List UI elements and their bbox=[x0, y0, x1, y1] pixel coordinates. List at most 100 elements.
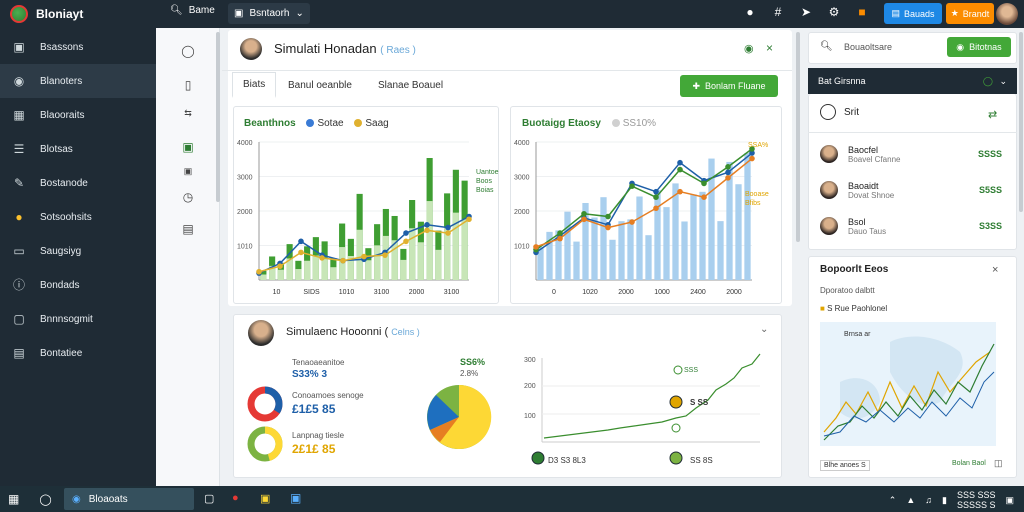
series-point bbox=[361, 253, 367, 260]
sidebar-item-4[interactable]: ☰ Blotsas bbox=[0, 132, 156, 166]
sidebar-item-7[interactable]: ▭ Saugsiyg bbox=[0, 234, 156, 268]
chevron-down-icon[interactable]: ⌄ bbox=[760, 324, 768, 335]
tab-banul[interactable]: Banul oeanble bbox=[278, 72, 362, 98]
list-item-value: S3SS bbox=[978, 221, 1002, 231]
document-icon[interactable]: ▯ bbox=[180, 78, 196, 94]
user-avatar[interactable] bbox=[996, 3, 1018, 25]
series-point bbox=[466, 216, 472, 223]
list-item[interactable]: Baocfel Boavel Cfanne SSSS bbox=[820, 140, 1010, 168]
chart1-svg: 1010 2000 3000 4000 10 SIDS 1010 3100 2000 3100 bbox=[237, 140, 472, 296]
sidebar-item-9[interactable]: ▢ Bnnnsogmit bbox=[0, 302, 156, 336]
list-item[interactable]: Baoaidt Dovat Shnoe S5SS bbox=[820, 176, 1010, 204]
taskbar-active-app[interactable]: ◉ Bloaoats bbox=[64, 488, 194, 510]
system-tray: ⌃ ▲ ♫ ▮ SSS SSS SSSSS S ▣ bbox=[889, 490, 1014, 510]
start-icon[interactable]: ▦ bbox=[8, 492, 19, 506]
circle-dollar-icon[interactable]: ◯ bbox=[180, 44, 196, 60]
series-point bbox=[581, 210, 587, 217]
bar bbox=[717, 221, 724, 280]
series-point bbox=[605, 224, 611, 231]
app-logo-icon bbox=[10, 5, 28, 23]
pie-value-top: SS6% bbox=[460, 357, 486, 367]
top-blue-button[interactable]: ▤ Bauads bbox=[884, 3, 942, 24]
battery-icon[interactable]: ▮ bbox=[942, 495, 947, 506]
bar bbox=[295, 269, 302, 280]
series-point bbox=[277, 263, 283, 269]
right-scrollbar[interactable] bbox=[1019, 32, 1023, 212]
sidebar-item-label: Saugsiyg bbox=[40, 245, 82, 257]
sidebar-item-3[interactable]: ▦ Blaooraits bbox=[0, 98, 156, 132]
chevron-up-icon[interactable]: ⌃ bbox=[889, 495, 897, 506]
sidebar-item-1[interactable]: ▣ Bsassons bbox=[0, 30, 156, 64]
sidebar-item-2[interactable]: ◉ Blanoters bbox=[0, 64, 156, 98]
chat-icon[interactable]: ● bbox=[742, 4, 758, 20]
sidebar-item-6[interactable]: ● Sotsoohsits bbox=[0, 200, 156, 234]
bar bbox=[573, 241, 580, 280]
legend-swatch bbox=[354, 119, 363, 128]
delete-icon[interactable]: ◫ bbox=[994, 458, 1003, 469]
clock[interactable]: SSS SSS SSSSS S bbox=[957, 490, 996, 510]
bar bbox=[618, 221, 625, 280]
notification-icon[interactable]: ▣ bbox=[1005, 495, 1014, 506]
workspace-dropdown[interactable]: ▣ Bsntaorh ⌄ bbox=[228, 3, 310, 24]
top-orange-button[interactable]: ★ Brandt bbox=[946, 3, 994, 24]
series-point bbox=[749, 155, 755, 162]
chevron-down-icon[interactable]: ⌄ bbox=[999, 76, 1007, 87]
store-icon[interactable]: ▣ bbox=[290, 491, 301, 505]
counter-row: Srit bbox=[820, 104, 859, 120]
svg-text:300: 300 bbox=[524, 357, 536, 364]
close-icon[interactable]: × bbox=[992, 264, 998, 276]
camera-icon[interactable]: ▣ bbox=[180, 166, 196, 182]
series-point bbox=[403, 230, 409, 236]
series-point bbox=[629, 219, 635, 225]
tab-label: Biats bbox=[243, 79, 266, 90]
legend-label: SS10% bbox=[622, 118, 657, 129]
close-icon[interactable]: × bbox=[766, 41, 773, 55]
x-tick-label: 1020 bbox=[582, 289, 598, 296]
arrows-icon[interactable]: ⇆ bbox=[180, 108, 196, 124]
tab-biats[interactable]: Biats bbox=[232, 72, 277, 98]
network-icon[interactable]: ▲ bbox=[906, 495, 915, 505]
chart2-title-text: Buotaigg Etaosy bbox=[522, 118, 601, 129]
bar bbox=[339, 247, 346, 280]
clock-time: SSS SSS bbox=[956, 490, 996, 500]
sidebar-item-5[interactable]: ✎ Bostanode bbox=[0, 166, 156, 200]
clock-icon[interactable]: ◷ bbox=[180, 190, 196, 206]
right-search-button[interactable]: ◉ Bitotnas bbox=[947, 37, 1011, 57]
rocket-icon[interactable]: ➤ bbox=[798, 4, 814, 20]
x-tick-label: 10 bbox=[273, 289, 281, 296]
workspace-dropdown-label: Bsntaorh bbox=[249, 8, 290, 19]
hash-icon[interactable]: # bbox=[770, 4, 786, 20]
sidebar-item-10[interactable]: ▤ Bontatiee bbox=[0, 336, 156, 370]
bar bbox=[260, 274, 267, 280]
status-icon: ◯ bbox=[982, 75, 993, 86]
list-item[interactable]: Bsol Dauo Taus S3SS bbox=[820, 212, 1010, 240]
refresh-icon[interactable]: ◉ bbox=[744, 42, 754, 55]
primary-action-button[interactable]: ✚ Bonlam Fluane bbox=[680, 75, 778, 97]
tab-slanae[interactable]: Slanae Boauel bbox=[368, 72, 453, 98]
sidebar-item-label: Bondads bbox=[40, 279, 80, 291]
sidebar-item-8[interactable]: ⓘ Bondads bbox=[0, 268, 156, 302]
top-search[interactable]: 🔍︎ Bame bbox=[170, 5, 215, 16]
y-tick-label: 1010 bbox=[237, 244, 253, 251]
box-icon[interactable]: ▣ bbox=[180, 140, 196, 156]
rail-scrollbar[interactable] bbox=[216, 32, 220, 202]
image-icon[interactable]: ▤ bbox=[180, 222, 196, 238]
app-name: Bloniayt bbox=[36, 7, 84, 21]
series-point bbox=[445, 224, 451, 231]
search-icon[interactable]: ◯ bbox=[39, 493, 51, 506]
window-icon[interactable]: ▢ bbox=[204, 492, 214, 505]
settings-icon[interactable]: ⚙ bbox=[826, 4, 842, 20]
taskbar-active-label: Bloaoats bbox=[88, 493, 128, 505]
shuffle-icon[interactable]: ⇄ bbox=[988, 108, 997, 121]
chart2-annotation-top: SSA% bbox=[748, 142, 769, 149]
table-icon: ▤ bbox=[13, 346, 25, 360]
folder-icon[interactable]: ▣ bbox=[260, 492, 270, 505]
right-search-input[interactable]: Bouaoltsare bbox=[844, 42, 892, 52]
bar bbox=[330, 267, 337, 280]
main-scrollbar[interactable] bbox=[796, 32, 800, 242]
stat2-value: £1£5 85 bbox=[292, 402, 336, 416]
browser-icon[interactable]: ● bbox=[232, 492, 239, 504]
bar bbox=[277, 269, 284, 280]
user-badge-icon[interactable]: ■ bbox=[854, 4, 870, 20]
volume-icon[interactable]: ♫ bbox=[925, 495, 932, 505]
